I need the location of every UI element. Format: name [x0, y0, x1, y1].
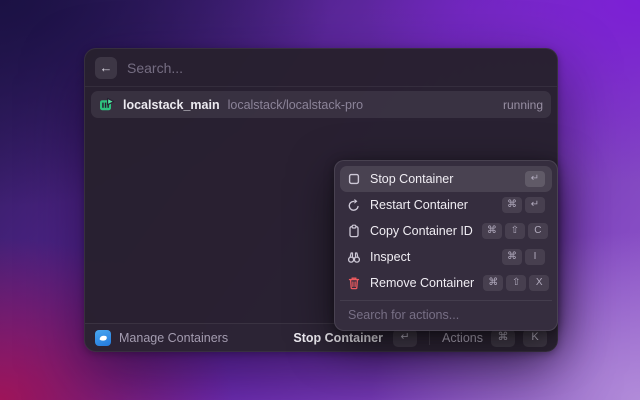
container-running-icon	[99, 97, 115, 113]
container-name: localstack_main	[123, 98, 220, 112]
stop-icon	[347, 172, 361, 186]
return-key[interactable]: ↵	[393, 329, 417, 347]
container-image: localstack/localstack-pro	[228, 98, 363, 112]
trash-icon	[347, 276, 361, 290]
restart-icon	[347, 198, 361, 212]
menu-item-restart-container[interactable]: Restart Container ⌘ ↵	[340, 192, 552, 218]
menu-item-label: Copy Container ID	[370, 224, 473, 238]
command-key: ⌘	[502, 197, 522, 213]
shift-key: ⇧	[505, 223, 525, 239]
manage-containers-app-icon	[95, 330, 111, 346]
command-key: ⌘	[483, 275, 503, 291]
list-item-localstack-main[interactable]: localstack_main localstack/localstack-pr…	[91, 91, 551, 118]
footer-divider	[429, 331, 430, 345]
k-key[interactable]: K	[523, 329, 547, 347]
menu-item-label: Remove Container	[370, 276, 474, 290]
i-key: I	[525, 249, 545, 265]
back-arrow-icon: ←	[100, 61, 113, 74]
search-input[interactable]: Search...	[127, 60, 183, 76]
back-button[interactable]: ←	[95, 57, 117, 79]
shift-key: ⇧	[506, 275, 526, 291]
menu-item-label: Restart Container	[370, 198, 493, 212]
command-key: ⌘	[502, 249, 522, 265]
menu-item-label: Inspect	[370, 250, 493, 264]
command-key[interactable]: ⌘	[491, 329, 515, 347]
menu-item-inspect[interactable]: Inspect ⌘ I	[340, 244, 552, 270]
menu-item-stop-container[interactable]: Stop Container ↵	[340, 166, 552, 192]
menu-item-label: Stop Container	[370, 172, 516, 186]
desktop-wallpaper: ← Search... localstack_main localstack/l…	[0, 0, 640, 400]
menu-item-remove-container[interactable]: Remove Container ⌘ ⇧ X	[340, 270, 552, 296]
menu-item-copy-container-id[interactable]: Copy Container ID ⌘ ⇧ C	[340, 218, 552, 244]
primary-action-label[interactable]: Stop Container	[293, 331, 383, 345]
container-list: localstack_main localstack/localstack-pr…	[85, 87, 557, 122]
command-key: ⌘	[482, 223, 502, 239]
actions-search-input[interactable]: Search for actions...	[340, 300, 552, 330]
extension-label: Manage Containers	[119, 331, 228, 345]
binoculars-icon	[347, 250, 361, 264]
status-badge: running	[503, 98, 543, 112]
actions-popover: Stop Container ↵ Restart Container ⌘ ↵	[334, 160, 558, 331]
search-bar: ← Search...	[85, 49, 557, 87]
c-key: C	[528, 223, 548, 239]
actions-button[interactable]: Actions	[442, 331, 483, 345]
clipboard-icon	[347, 224, 361, 238]
x-key: X	[529, 275, 549, 291]
return-key: ↵	[525, 171, 545, 187]
return-key: ↵	[525, 197, 545, 213]
